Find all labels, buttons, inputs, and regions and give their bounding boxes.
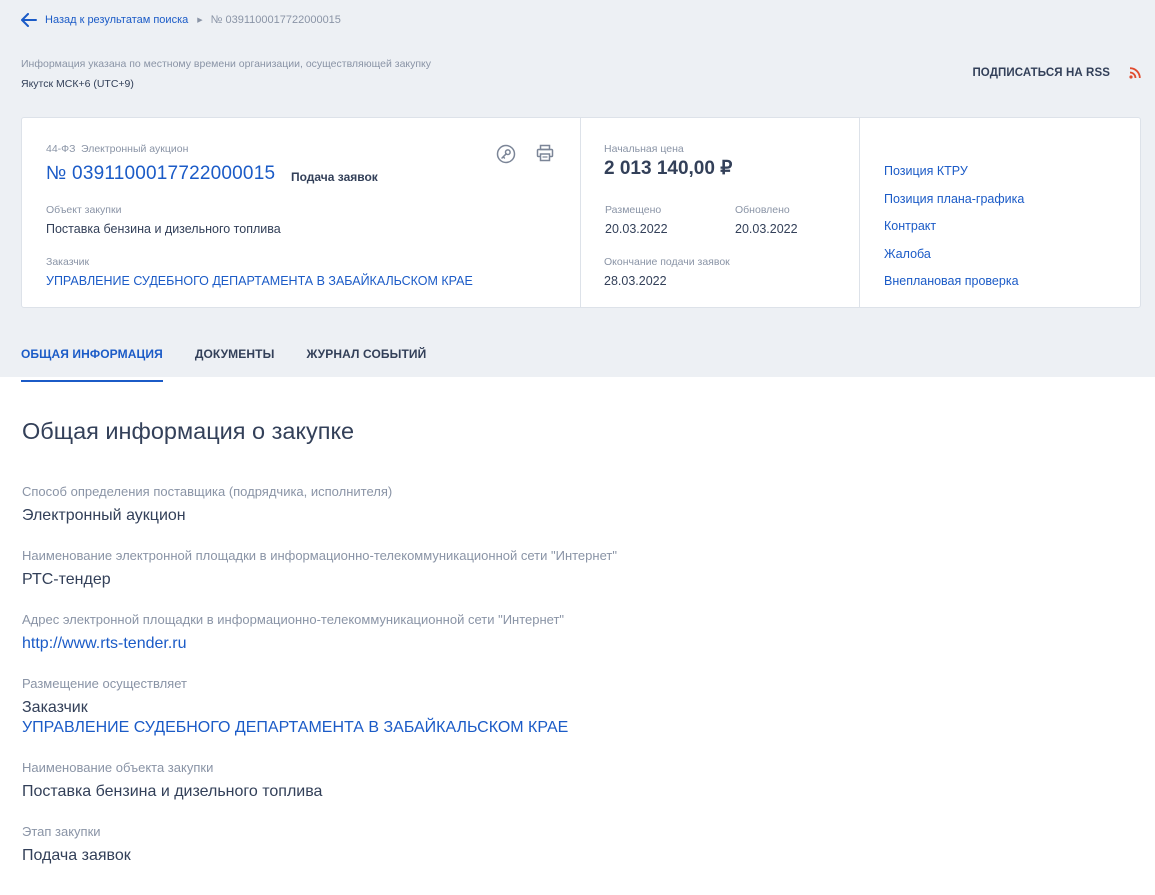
contract-link[interactable]: Контракт bbox=[884, 219, 936, 233]
plan-schedule-link[interactable]: Позиция плана-графика bbox=[884, 192, 1024, 206]
ktru-position-link[interactable]: Позиция КТРУ bbox=[884, 164, 968, 178]
field-label: Размещение осуществляет bbox=[22, 676, 187, 691]
procedure-type: Электронный аукцион bbox=[81, 143, 189, 155]
field-platform-name: Наименование электронной площадки в инфо… bbox=[22, 548, 1132, 590]
breadcrumb-current: № 0391100017722000015 bbox=[210, 14, 341, 26]
deadline-value: 28.03.2022 bbox=[604, 274, 667, 288]
customer-label: Заказчик bbox=[46, 256, 90, 268]
tab-documents[interactable]: ДОКУМЕНТЫ bbox=[195, 347, 275, 382]
field-label: Наименование электронной площадки в инфо… bbox=[22, 548, 617, 563]
published-label: Размещено bbox=[605, 204, 662, 216]
stage-badge: Подача заявок bbox=[291, 170, 378, 184]
field-label: Наименование объекта закупки bbox=[22, 760, 214, 775]
field-label: Способ определения поставщика (подрядчик… bbox=[22, 484, 393, 499]
field-platform-address: Адрес электронной площадки в информацион… bbox=[22, 612, 1132, 654]
key-icon[interactable] bbox=[496, 144, 516, 164]
object-value: Поставка бензина и дизельного топлива bbox=[46, 222, 281, 236]
placed-by-customer-link[interactable]: УПРАВЛЕНИЕ СУДЕБНОГО ДЕПАРТАМЕНТА В ЗАБА… bbox=[22, 718, 1132, 738]
published-value: 20.03.2022 bbox=[605, 222, 668, 236]
customer-link[interactable]: УПРАВЛЕНИЕ СУДЕБНОГО ДЕПАРТАМЕНТА В ЗАБА… bbox=[46, 274, 473, 288]
updated-label: Обновлено bbox=[735, 204, 790, 216]
field-stage: Этап закупки Подача заявок bbox=[22, 824, 1132, 866]
arrow-left-icon[interactable] bbox=[21, 13, 37, 27]
rss-subscribe-link[interactable]: ПОДПИСАТЬСЯ НА RSS bbox=[972, 67, 1110, 79]
procurement-card: 44-ФЗ Электронный аукцион № 039110001772… bbox=[21, 117, 1141, 308]
tab-event-log[interactable]: ЖУРНАЛ СОБЫТИЙ bbox=[306, 347, 426, 382]
field-label: Адрес электронной площадки в информацион… bbox=[22, 612, 565, 627]
field-object-name: Наименование объекта закупки Поставка бе… bbox=[22, 760, 1132, 802]
field-supplier-method: Способ определения поставщика (подрядчик… bbox=[22, 484, 1132, 526]
printer-icon[interactable] bbox=[536, 144, 554, 162]
rss-icon[interactable] bbox=[1129, 67, 1141, 79]
timezone-note: Информация указана по местному времени о… bbox=[21, 58, 432, 70]
field-value: Электронный аукцион bbox=[22, 507, 186, 524]
back-to-results-link[interactable]: Назад к результатам поиска bbox=[45, 14, 188, 26]
rss-subscribe[interactable]: ПОДПИСАТЬСЯ НА RSS bbox=[972, 67, 1141, 79]
breadcrumb: Назад к результатам поиска ▶ № 039110001… bbox=[21, 13, 341, 27]
timezone-value: Якутск МСК+6 (UTC+9) bbox=[21, 78, 134, 90]
card-links-column: Позиция КТРУ Позиция плана-графика Контр… bbox=[860, 118, 1140, 307]
platform-url-link[interactable]: http://www.rts-tender.ru bbox=[22, 634, 1132, 654]
field-label: Этап закупки bbox=[22, 824, 101, 839]
section-title: Общая информация о закупке bbox=[22, 418, 355, 444]
general-info-section: Общая информация о закупке Способ опреде… bbox=[22, 418, 1132, 888]
triangle-right-icon: ▶ bbox=[197, 17, 203, 24]
header-area: Назад к результатам поиска ▶ № 039110001… bbox=[0, 0, 1155, 382]
price-value: 2 013 140,00 ₽ bbox=[604, 158, 733, 179]
law-label: 44-ФЗ bbox=[46, 143, 76, 155]
field-value: Заказчик bbox=[22, 699, 88, 716]
registry-number-link[interactable]: № 0391100017722000015 bbox=[46, 163, 275, 185]
tab-bar: ОБЩАЯ ИНФОРМАЦИЯ ДОКУМЕНТЫ ЖУРНАЛ СОБЫТИ… bbox=[21, 347, 458, 382]
updated-value: 20.03.2022 bbox=[735, 222, 798, 236]
deadline-label: Окончание подачи заявок bbox=[604, 256, 730, 268]
complaint-link[interactable]: Жалоба bbox=[884, 247, 931, 261]
tab-general-info[interactable]: ОБЩАЯ ИНФОРМАЦИЯ bbox=[21, 347, 163, 382]
price-label: Начальная цена bbox=[604, 143, 684, 155]
field-value: Подача заявок bbox=[22, 847, 131, 864]
field-placed-by: Размещение осуществляет Заказчик УПРАВЛЕ… bbox=[22, 676, 1132, 738]
card-main-column: 44-ФЗ Электронный аукцион № 039110001772… bbox=[22, 118, 581, 307]
object-label: Объект закупки bbox=[46, 204, 122, 216]
card-price-column: Начальная цена 2 013 140,00 ₽ Размещено … bbox=[581, 118, 860, 307]
field-value: Поставка бензина и дизельного топлива bbox=[22, 783, 323, 800]
field-value: РТС-тендер bbox=[22, 571, 111, 588]
unscheduled-inspection-link[interactable]: Внеплановая проверка bbox=[884, 274, 1019, 288]
